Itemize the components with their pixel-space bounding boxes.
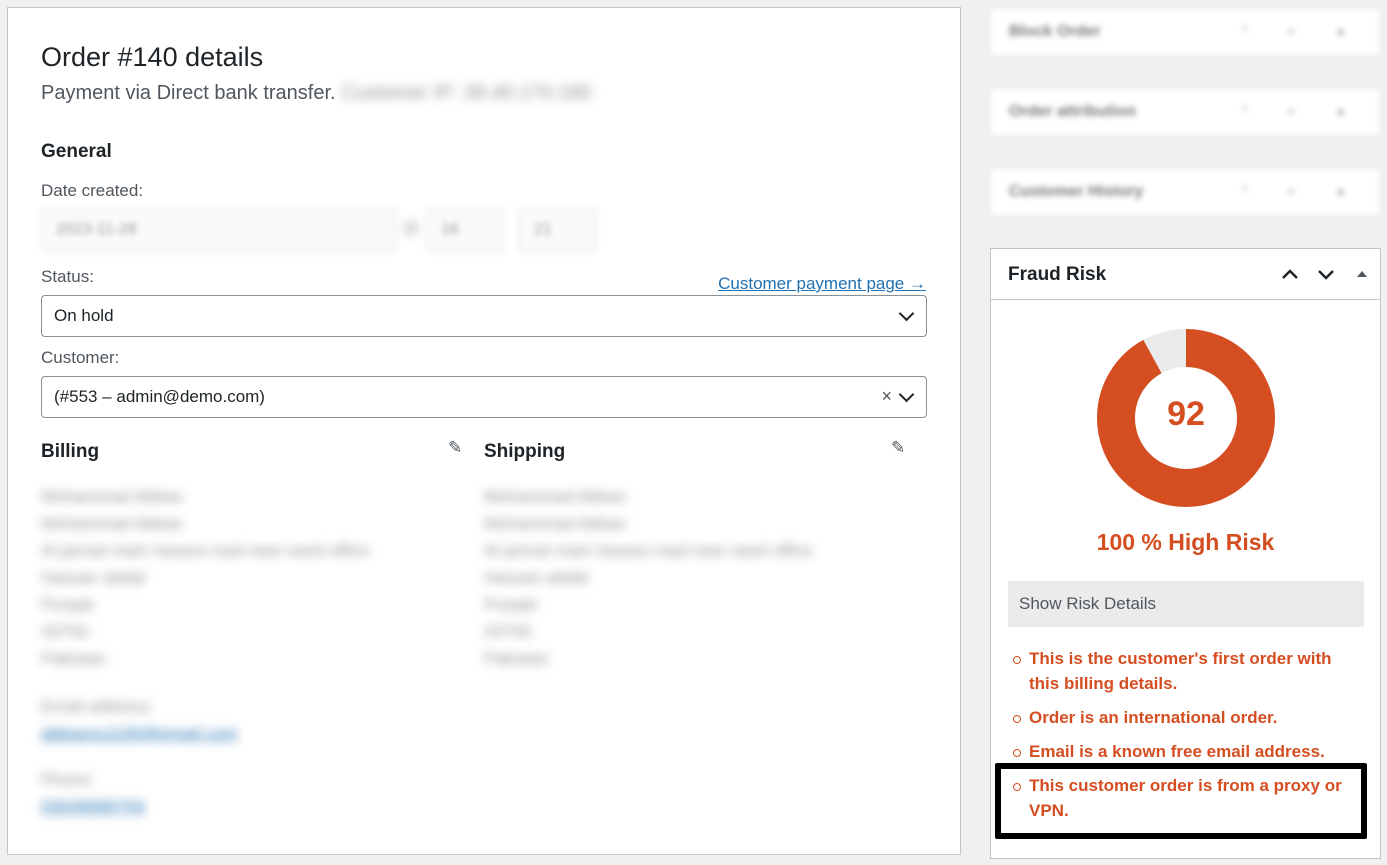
chevron-down-icon: [898, 305, 915, 322]
customer-payment-page-link[interactable]: Customer payment page →: [718, 274, 926, 294]
move-up-chevron-icon[interactable]: [1278, 262, 1302, 286]
customer-ip-text: Customer IP: 39.40.170.180: [341, 82, 592, 104]
status-value: On hold: [54, 306, 114, 325]
general-section-title: General: [41, 141, 112, 162]
status-select[interactable]: On hold: [41, 295, 927, 337]
move-down-chevron-icon[interactable]: [1314, 262, 1338, 286]
phone-label: Phone:: [41, 770, 95, 789]
risk-reason-item: Email is a known free email address.: [1013, 739, 1363, 764]
email-label: Email address:: [41, 697, 154, 716]
status-label: Status:: [41, 267, 94, 286]
clear-icon[interactable]: ×: [881, 386, 892, 407]
date-at-separator: @: [403, 220, 420, 237]
order-attribution-box[interactable]: Order attribution ^ v ▲: [990, 88, 1380, 136]
customer-history-box[interactable]: Customer History ^ v ▲: [990, 168, 1380, 216]
order-details-panel: Order #140 details Payment via Direct ba…: [7, 7, 961, 855]
page-title: Order #140 details: [41, 42, 264, 72]
billing-address: Mohammad Abbas Mohammad Abbas Al jannat …: [41, 487, 370, 668]
risk-level-label: 100 % High Risk: [1096, 529, 1275, 555]
block-order-box[interactable]: Block Order ^ v ▲: [990, 8, 1380, 56]
billing-section-title: Billing: [41, 441, 100, 462]
customer-value: (#553 – admin@demo.com): [54, 387, 265, 406]
date-input[interactable]: 2023-11-28: [41, 208, 396, 252]
email-link[interactable]: abbasnu1100@email.com: [41, 720, 238, 747]
risk-reason-item: This is the customer's first order with …: [1013, 646, 1363, 696]
hour-input[interactable]: 16: [426, 208, 504, 252]
fraud-risk-title: Fraud Risk: [1008, 264, 1107, 285]
date-created-label: Date created:: [41, 181, 144, 200]
show-risk-details-button[interactable]: Show Risk Details: [1008, 581, 1364, 627]
shipping-section-title: Shipping: [484, 441, 566, 462]
risk-score-value: 92: [1167, 395, 1205, 433]
shipping-address: Mohammad Abbas Mohammad Abbas Al jannat …: [484, 487, 813, 668]
customer-select[interactable]: (#553 – admin@demo.com) ×: [41, 376, 927, 418]
payment-method-text: Payment via Direct bank transfer.: [41, 82, 336, 104]
contact-info: Email address: abbasnu1100@email.com Pho…: [41, 693, 238, 820]
fraud-risk-header: Fraud Risk: [991, 249, 1380, 300]
minute-input[interactable]: 21: [519, 208, 597, 252]
chevron-down-icon[interactable]: [898, 386, 915, 403]
edit-billing-pencil-icon[interactable]: ✎: [448, 438, 462, 458]
collapse-triangle-icon[interactable]: [1350, 262, 1374, 286]
highlight-annotation-box: [995, 763, 1367, 839]
edit-shipping-pencil-icon[interactable]: ✎: [891, 438, 905, 458]
order-subtitle: Payment via Direct bank transfer. Custom…: [41, 82, 591, 105]
customer-label: Customer:: [41, 348, 120, 367]
risk-reason-item: Order is an international order.: [1013, 705, 1363, 730]
phone-link[interactable]: 03028080704: [41, 793, 238, 820]
